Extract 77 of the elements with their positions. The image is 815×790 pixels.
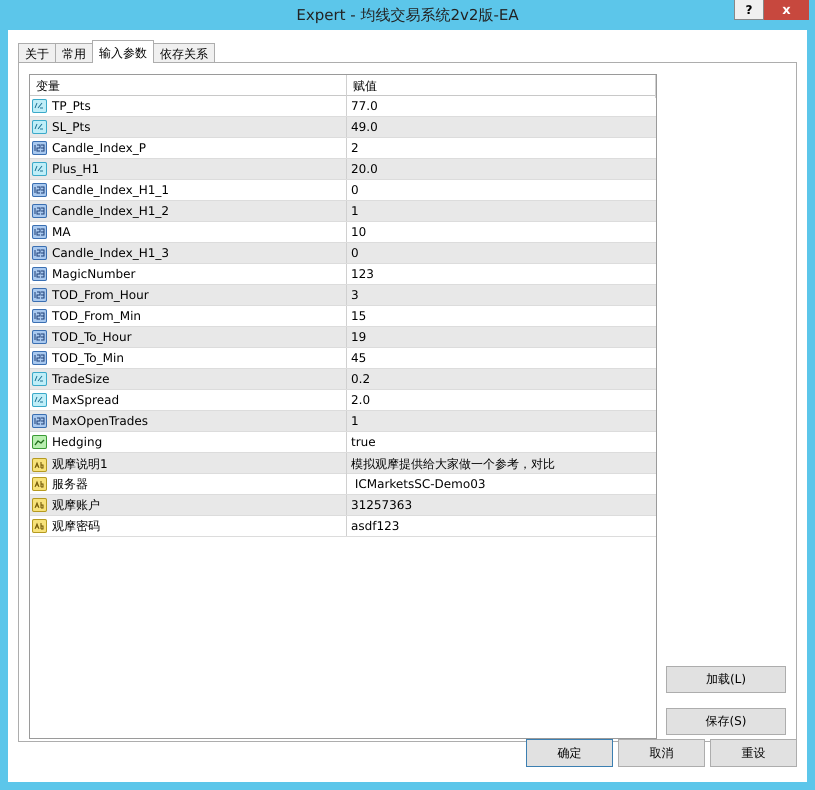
parameter-value[interactable]: 0 [347, 243, 656, 263]
parameter-value[interactable]: 3 [347, 285, 656, 305]
parameter-value[interactable]: 19 [347, 327, 656, 347]
parameter-value[interactable]: 10 [347, 222, 656, 242]
parameter-name: 观摩说明1 [52, 456, 108, 473]
parameter-name: 服务器 [52, 476, 88, 492]
text-icon [32, 519, 47, 533]
parameter-name: MagicNumber [52, 267, 136, 281]
load-button[interactable]: 加载(L) [666, 666, 786, 693]
dialog-button[interactable]: 确定 [526, 739, 613, 767]
parameter-name: TOD_To_Min [52, 351, 124, 365]
parameter-name: 观摩账户 [52, 496, 100, 514]
number-icon [32, 225, 47, 239]
parameter-name: Hedging [52, 435, 102, 449]
text-icon [32, 477, 47, 491]
window-title: Expert - 均线交易系统2v2版-EA [296, 6, 519, 24]
parameter-value[interactable]: 123 [347, 264, 656, 284]
parameter-name: TOD_From_Min [52, 309, 142, 323]
parameter-value[interactable]: 0 [347, 180, 656, 200]
parameter-value[interactable]: 2 [347, 138, 656, 158]
fraction-icon [32, 99, 47, 113]
number-icon [32, 204, 47, 218]
column-header[interactable]: 赋值 [347, 75, 656, 98]
close-button[interactable]: x [764, 0, 809, 20]
parameter-value[interactable]: 2.0 [347, 390, 656, 410]
parameter-name: TOD_To_Hour [52, 330, 132, 344]
number-icon [32, 246, 47, 260]
number-icon [32, 141, 47, 155]
tab[interactable]: 依存关系 [153, 43, 215, 62]
parameter-name: Candle_Index_H1_3 [52, 246, 169, 260]
parameter-value[interactable]: asdf123 [347, 516, 656, 536]
parameter-name: MaxOpenTrades [52, 414, 148, 428]
dialog-button[interactable]: 重设 [710, 739, 797, 767]
number-icon [32, 183, 47, 197]
parameter-name: MA [52, 225, 71, 239]
parameter-value[interactable]: 45 [347, 348, 656, 368]
parameter-name: MaxSpread [52, 393, 120, 407]
fraction-icon [32, 120, 47, 134]
parameter-value[interactable]: 31257363 [347, 495, 656, 515]
parameter-value[interactable]: 15 [347, 306, 656, 326]
parameter-value[interactable]: 0.2 [347, 369, 656, 389]
number-icon [32, 351, 47, 365]
save-button[interactable]: 保存(S) [666, 708, 786, 735]
parameter-value[interactable]: 模拟观摩提供给大家做一个参考，对比 [347, 453, 656, 476]
number-icon [32, 288, 47, 302]
text-icon [32, 458, 47, 472]
parameter-name: SL_Pts [52, 120, 90, 134]
number-icon [32, 414, 47, 428]
parameter-name: Candle_Index_P [52, 141, 146, 155]
tab[interactable]: 常用 [55, 43, 93, 62]
fraction-icon [32, 372, 47, 386]
parameter-name: TP_Pts [52, 99, 91, 113]
number-icon [32, 267, 47, 281]
parameter-value[interactable]: 77.0 [347, 96, 656, 116]
parameter-value[interactable]: 1 [347, 201, 656, 221]
column-header[interactable]: 变量 [30, 75, 347, 98]
parameter-name: TOD_From_Hour [52, 288, 149, 302]
parameter-value[interactable]: true [347, 432, 656, 452]
parameter-name: Plus_H1 [52, 162, 100, 176]
parameter-name: 观摩密码 [52, 518, 100, 534]
parameter-value[interactable]: ICMarketsSC-Demo03 [347, 474, 656, 494]
parameter-name: TradeSize [52, 372, 110, 386]
number-icon [32, 309, 47, 323]
parameter-value[interactable]: 49.0 [347, 117, 656, 137]
parameter-name: Candle_Index_H1_1 [52, 183, 169, 197]
fraction-icon [32, 393, 47, 407]
parameter-name: Candle_Index_H1_2 [52, 204, 169, 218]
tab[interactable]: 关于 [18, 43, 56, 62]
number-icon [32, 330, 47, 344]
text-icon [32, 498, 47, 512]
dialog-button[interactable]: 取消 [618, 739, 705, 767]
toggle-icon [32, 435, 47, 449]
parameter-value[interactable]: 20.0 [347, 159, 656, 179]
tab[interactable]: 输入参数 [92, 40, 154, 63]
fraction-icon [32, 162, 47, 176]
help-button[interactable]: ? [734, 0, 764, 20]
parameter-value[interactable]: 1 [347, 411, 656, 431]
